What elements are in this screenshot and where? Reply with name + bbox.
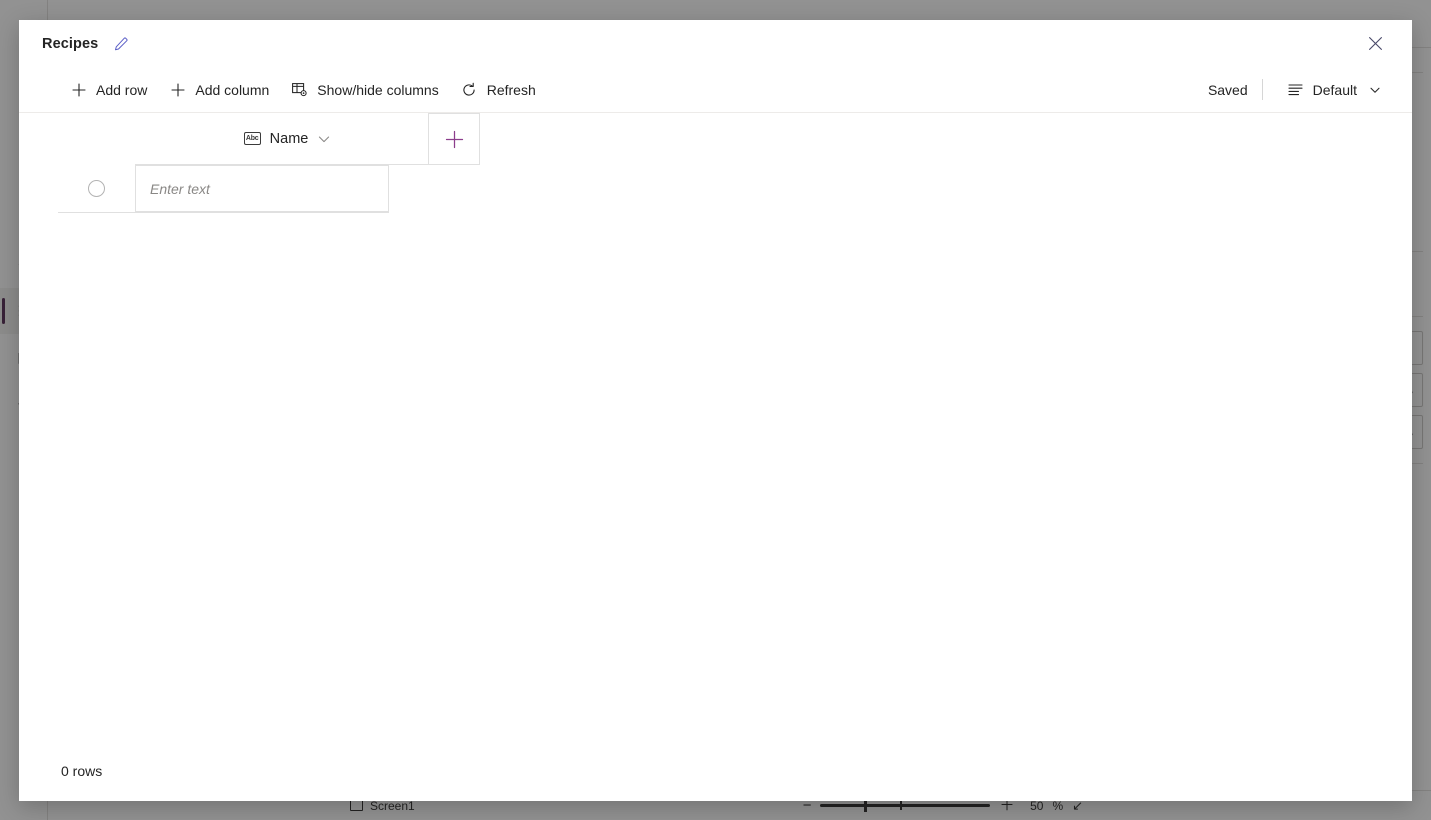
- view-selector-label: Default: [1312, 81, 1357, 98]
- table-cell-name[interactable]: [135, 165, 389, 212]
- plus-icon: [70, 81, 87, 98]
- close-icon[interactable]: [1360, 29, 1390, 59]
- chevron-down-icon: [1366, 81, 1383, 98]
- save-status: Saved: [1207, 81, 1248, 98]
- add-column-button[interactable]: Add column: [158, 74, 280, 106]
- table-grid: Abc Name: [19, 113, 1412, 741]
- column-header-name[interactable]: Abc Name: [135, 113, 440, 165]
- row-count-label: 0 rows: [61, 763, 103, 779]
- text-type-icon: Abc: [243, 132, 261, 145]
- add-column-grid-button[interactable]: [428, 113, 480, 165]
- row-select-control[interactable]: [58, 165, 135, 212]
- dialog-footer: 0 rows: [19, 741, 1412, 801]
- dialog-command-bar: Add row Add column Show/hide columns Ref…: [19, 67, 1412, 113]
- table-row: [58, 165, 389, 213]
- pencil-icon[interactable]: [112, 35, 130, 53]
- plus-icon: [169, 81, 186, 98]
- radio-icon[interactable]: [88, 180, 105, 197]
- refresh-button[interactable]: Refresh: [450, 74, 547, 106]
- toolbar-divider: [1261, 79, 1263, 100]
- header-select-spacer: [58, 113, 135, 165]
- table-editor-dialog: Recipes Add row Add column Show/hide col…: [19, 20, 1412, 801]
- column-header-label: Name: [269, 130, 309, 147]
- refresh-label: Refresh: [486, 81, 536, 98]
- view-selector-button[interactable]: Default: [1276, 74, 1394, 106]
- show-hide-columns-label: Show/hide columns: [317, 81, 439, 98]
- refresh-icon: [461, 81, 478, 98]
- dialog-titlebar: Recipes: [19, 20, 1412, 67]
- add-column-label: Add column: [195, 81, 270, 98]
- chevron-down-icon[interactable]: [317, 132, 331, 146]
- new-row-name-input[interactable]: [148, 179, 388, 198]
- columns-icon: [291, 81, 308, 98]
- add-row-button[interactable]: Add row: [59, 74, 158, 106]
- list-icon: [1287, 81, 1304, 98]
- show-hide-columns-button[interactable]: Show/hide columns: [280, 74, 449, 106]
- table-header-row: Abc Name: [58, 113, 440, 165]
- dialog-title: Recipes: [42, 35, 99, 52]
- add-row-label: Add row: [96, 81, 148, 98]
